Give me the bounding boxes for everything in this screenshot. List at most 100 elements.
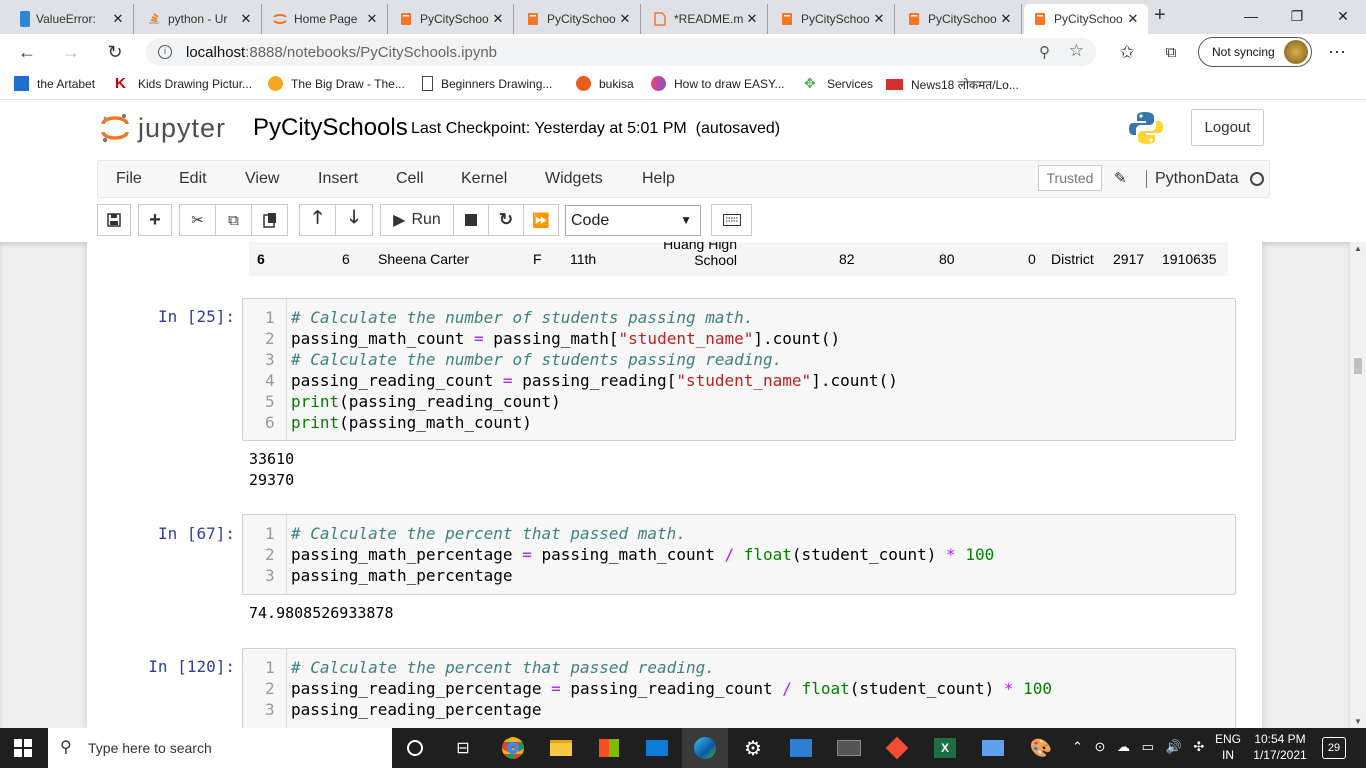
favorite-star-icon[interactable]: ☆ — [1069, 41, 1084, 61]
refresh-icon[interactable]: ↻ — [100, 38, 130, 66]
bookmark-item[interactable]: Beginners Drawing... — [422, 76, 552, 91]
scrollbar-thumb[interactable] — [1354, 358, 1362, 374]
task-view-icon[interactable]: ⊟ — [440, 728, 486, 768]
kernel-name[interactable]: PythonData — [1146, 170, 1239, 188]
forward-icon[interactable]: → — [56, 38, 86, 66]
logout-button[interactable]: Logout — [1191, 109, 1264, 146]
excel-icon[interactable]: X — [922, 728, 968, 768]
scroll-up-icon[interactable]: ▲ — [1354, 244, 1362, 253]
browser-tab-active[interactable]: PyCitySchoo ✕ — [1024, 4, 1148, 34]
menu-kernel[interactable]: Kernel — [461, 170, 507, 188]
browser-tab[interactable]: PyCitySchoo ✕ — [898, 4, 1022, 34]
browser-tab[interactable]: python - Ur ✕ — [138, 4, 262, 34]
keyboard-icon[interactable] — [711, 204, 752, 236]
close-tab-icon[interactable]: ✕ — [237, 11, 255, 27]
notebook-name[interactable]: PyCitySchools — [253, 114, 408, 142]
new-tab-button[interactable]: + — [1154, 4, 1166, 27]
taskbar-search-input[interactable]: ⚲ Type here to search — [48, 728, 392, 768]
menu-edit[interactable]: Edit — [179, 170, 207, 188]
bookmark-item[interactable]: bukisa — [576, 76, 634, 91]
avatar — [1284, 40, 1308, 64]
notebook-scroll-area[interactable]: 6 6 Sheena Carter F 11th Huang High Scho… — [0, 242, 1350, 728]
restore-icon[interactable]: ❐ — [1274, 0, 1320, 32]
bookmark-item[interactable]: K Kids Drawing Pictur... — [115, 76, 252, 91]
close-window-icon[interactable]: ✕ — [1320, 0, 1366, 32]
favorites-icon[interactable]: ✩ — [1112, 38, 1142, 66]
paste-icon[interactable] — [251, 204, 288, 236]
close-tab-icon[interactable]: ✕ — [616, 11, 634, 27]
code-cell[interactable]: 1 2 3 4 5 6 # Calculate the number of st… — [242, 298, 1236, 441]
close-tab-icon[interactable]: ✕ — [363, 11, 381, 27]
menu-insert[interactable]: Insert — [318, 170, 358, 188]
file-explorer-icon[interactable] — [538, 728, 584, 768]
chrome-icon[interactable] — [490, 728, 536, 768]
move-up-icon[interactable]: 🡑 — [299, 204, 336, 236]
bookmark-item[interactable]: The Big Draw - The... — [268, 76, 405, 91]
copy-icon[interactable]: ⧉ — [215, 204, 252, 236]
minimize-icon[interactable]: — — [1228, 0, 1274, 32]
edge-icon[interactable] — [682, 728, 728, 768]
cut-icon[interactable]: ✂ — [179, 204, 216, 236]
interrupt-icon[interactable] — [453, 204, 489, 236]
zoom-icon[interactable]: ⚲ — [1039, 43, 1050, 61]
stackoverflow-icon — [146, 11, 162, 27]
code-cell[interactable]: 1 2 3 # Calculate the percent that passe… — [242, 648, 1236, 728]
browser-tab[interactable]: *README.m ✕ — [644, 4, 768, 34]
collections-icon[interactable]: ⧉ — [1156, 38, 1186, 66]
taskbar-clock[interactable]: 10:54 PM 1/17/2021 — [1252, 731, 1308, 763]
jupyter-logo[interactable]: jupyter — [100, 110, 226, 146]
url-input[interactable]: i localhost:8888/notebooks/PyCitySchools… — [146, 38, 1096, 66]
more-icon[interactable]: ⋯ — [1322, 38, 1352, 66]
bookmark-item[interactable]: the Artabet — [14, 76, 95, 91]
git-icon[interactable] — [874, 728, 920, 768]
contacts-icon[interactable] — [970, 728, 1016, 768]
browser-tab[interactable]: PyCitySchoo ✕ — [390, 4, 514, 34]
mail-icon[interactable] — [634, 728, 680, 768]
photos-icon[interactable] — [778, 728, 824, 768]
trusted-badge[interactable]: Trusted — [1038, 165, 1102, 191]
edit-pencil-icon[interactable]: ✎ — [1114, 169, 1127, 187]
code-cell[interactable]: 1 2 3 # Calculate the percent that passe… — [242, 514, 1236, 595]
bookmark-item[interactable]: ✥ Services — [804, 76, 873, 91]
menu-cell[interactable]: Cell — [396, 170, 424, 188]
language-indicator[interactable]: ENG IN — [1215, 731, 1241, 763]
system-tray-icons[interactable]: ⌃ ⊙ ☁ ▭ 🔊 ✣ — [1072, 739, 1208, 755]
restart-run-all-icon[interactable]: ⏩ — [523, 204, 559, 236]
notification-center-icon[interactable]: 29 — [1322, 737, 1346, 759]
browser-tab[interactable]: PyCitySchoo ✕ — [771, 4, 895, 34]
settings-gear-icon[interactable]: ⚙ — [730, 728, 776, 768]
insert-cell-icon[interactable]: + — [138, 204, 172, 236]
back-icon[interactable]: ← — [12, 38, 42, 66]
run-button[interactable]: ▶ Run — [380, 204, 454, 236]
restart-icon[interactable]: ↻ — [488, 204, 524, 236]
browser-tab[interactable]: Home Page ✕ — [264, 4, 388, 34]
browser-tab[interactable]: ValueError: ✕ — [12, 4, 134, 34]
bigdraw-icon — [268, 76, 283, 91]
cell-type-select[interactable]: Code ▼ — [565, 205, 701, 236]
terminal-icon[interactable] — [826, 728, 872, 768]
close-tab-icon[interactable]: ✕ — [1124, 11, 1142, 27]
close-tab-icon[interactable]: ✕ — [109, 11, 127, 27]
browser-tab[interactable]: PyCitySchoo ✕ — [517, 4, 641, 34]
vertical-scrollbar[interactable]: ▲ ▼ — [1350, 242, 1366, 728]
cortana-icon[interactable] — [392, 728, 438, 768]
paint-icon[interactable]: 🎨 — [1018, 728, 1064, 768]
move-down-icon[interactable]: 🡓 — [335, 204, 373, 236]
store-icon[interactable] — [586, 728, 632, 768]
save-icon[interactable] — [97, 204, 131, 236]
code-line: passing_math_percentage = passing_math_c… — [291, 545, 995, 564]
windows-start-icon[interactable] — [0, 728, 46, 768]
profile-sync-button[interactable]: Not syncing — [1198, 37, 1312, 67]
close-tab-icon[interactable]: ✕ — [743, 11, 761, 27]
close-tab-icon[interactable]: ✕ — [870, 11, 888, 27]
scroll-down-icon[interactable]: ▼ — [1354, 717, 1362, 726]
close-tab-icon[interactable]: ✕ — [489, 11, 507, 27]
info-icon[interactable]: i — [158, 45, 172, 59]
close-tab-icon[interactable]: ✕ — [997, 11, 1015, 27]
bookmark-item[interactable]: How to draw EASY... — [651, 76, 785, 91]
menu-view[interactable]: View — [245, 170, 279, 188]
menu-help[interactable]: Help — [642, 170, 675, 188]
bookmark-item[interactable]: News18 लोकमत/Lo... — [886, 76, 1019, 93]
menu-file[interactable]: File — [116, 170, 142, 188]
menu-widgets[interactable]: Widgets — [545, 170, 603, 188]
